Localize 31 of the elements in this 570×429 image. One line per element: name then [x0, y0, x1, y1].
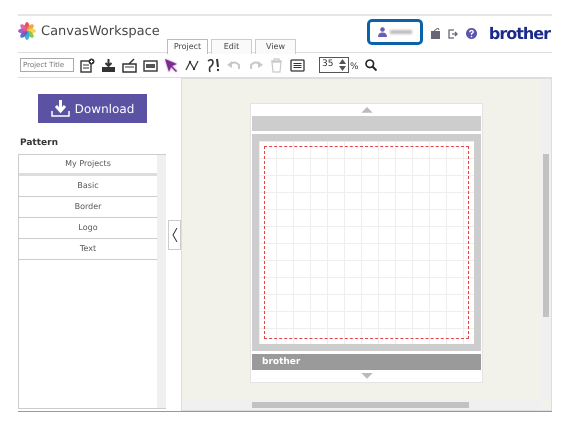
- user-account[interactable]: [366, 19, 423, 45]
- pen-curve-button[interactable]: [206, 58, 221, 72]
- mat-brand: brother: [252, 354, 481, 370]
- save-button[interactable]: [101, 58, 116, 72]
- search-icon[interactable]: [364, 59, 377, 71]
- zoom-unit: %: [350, 60, 359, 74]
- pointer-arrow-button[interactable]: [164, 58, 179, 72]
- download-button[interactable]: Download: [38, 94, 147, 123]
- chevron-left-icon: [172, 228, 178, 242]
- blurred-username: [390, 30, 412, 34]
- tab[interactable]: Project: [167, 39, 208, 54]
- tray-button[interactable]: [122, 58, 137, 72]
- app-name: CanvasWorkspace: [41, 23, 160, 41]
- brand-logo: brother: [488, 26, 550, 42]
- help-icon[interactable]: [466, 28, 477, 39]
- zoom-field[interactable]: 35: [319, 57, 349, 73]
- logout-icon[interactable]: [448, 28, 458, 38]
- spinner-arrows-icon[interactable]: [339, 59, 346, 71]
- new-file-button[interactable]: [80, 58, 95, 72]
- image-button[interactable]: [143, 58, 158, 72]
- pattern-heading: Pattern: [20, 137, 59, 150]
- download-icon: [50, 100, 70, 117]
- tab[interactable]: View: [255, 39, 296, 54]
- pinwheel-logo-icon: [18, 22, 36, 40]
- list-scrollbar[interactable]: [157, 154, 166, 408]
- tab[interactable]: Edit: [211, 39, 252, 54]
- list-button[interactable]: [290, 58, 305, 72]
- person-icon: [378, 27, 387, 37]
- collapse-panel-button[interactable]: [168, 220, 181, 250]
- horizontal-scrollbar-thumb[interactable]: [252, 402, 469, 408]
- vertical-scrollbar-thumb[interactable]: [543, 154, 549, 317]
